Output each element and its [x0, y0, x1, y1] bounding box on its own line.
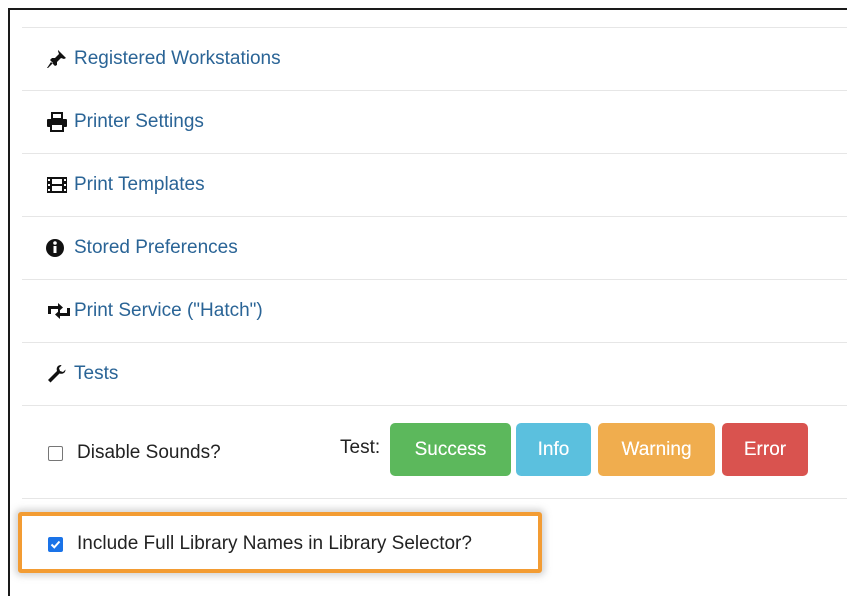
nav-label: Stored Preferences — [74, 237, 238, 258]
transfer-icon — [46, 301, 72, 321]
nav-row-tests: Tests — [22, 343, 847, 406]
nav-row-stored-preferences: Stored Preferences — [22, 217, 847, 280]
test-success-button[interactable]: Success — [390, 423, 511, 476]
nav-label: Tests — [74, 363, 119, 384]
print-service-link[interactable]: Print Service ("Hatch") — [46, 300, 263, 322]
printer-settings-link[interactable]: Printer Settings — [46, 111, 204, 133]
nav-label: Printer Settings — [74, 111, 204, 132]
tests-link[interactable]: Tests — [46, 363, 118, 385]
sounds-settings-row: Disable Sounds? Test: Success Info Warni… — [22, 407, 847, 499]
nav-row-print-service: Print Service ("Hatch") — [22, 280, 847, 343]
test-error-button[interactable]: Error — [722, 423, 808, 476]
disable-sounds-label: Disable Sounds? — [77, 442, 221, 463]
nav-label: Print Templates — [74, 174, 205, 195]
nav-row-registered-workstations: Registered Workstations — [22, 28, 847, 91]
nav-label: Registered Workstations — [74, 48, 281, 69]
test-label: Test: — [340, 437, 381, 458]
test-info-button[interactable]: Info — [516, 423, 591, 476]
library-names-option[interactable]: Include Full Library Names in Library Se… — [48, 533, 472, 555]
library-names-label: Include Full Library Names in Library Se… — [77, 533, 472, 554]
registered-workstations-link[interactable]: Registered Workstations — [46, 48, 281, 70]
disable-sounds-option[interactable]: Disable Sounds? — [48, 442, 221, 464]
highlight-callout: Include Full Library Names in Library Se… — [18, 512, 542, 573]
film-icon — [46, 175, 72, 195]
pushpin-icon — [46, 49, 72, 69]
library-names-checkbox[interactable] — [48, 536, 63, 552]
print-templates-link[interactable]: Print Templates — [46, 174, 205, 196]
nav-row-printer-settings: Printer Settings — [22, 91, 847, 154]
info-sign-icon — [46, 238, 72, 258]
print-icon — [46, 112, 72, 132]
wrench-icon — [46, 364, 72, 384]
stored-preferences-link[interactable]: Stored Preferences — [46, 237, 238, 259]
nav-label: Print Service ("Hatch") — [74, 300, 263, 321]
nav-row-print-templates: Print Templates — [22, 154, 847, 217]
checkmark-icon — [50, 540, 61, 549]
disable-sounds-checkbox[interactable] — [48, 445, 63, 461]
test-warning-button[interactable]: Warning — [598, 423, 715, 476]
